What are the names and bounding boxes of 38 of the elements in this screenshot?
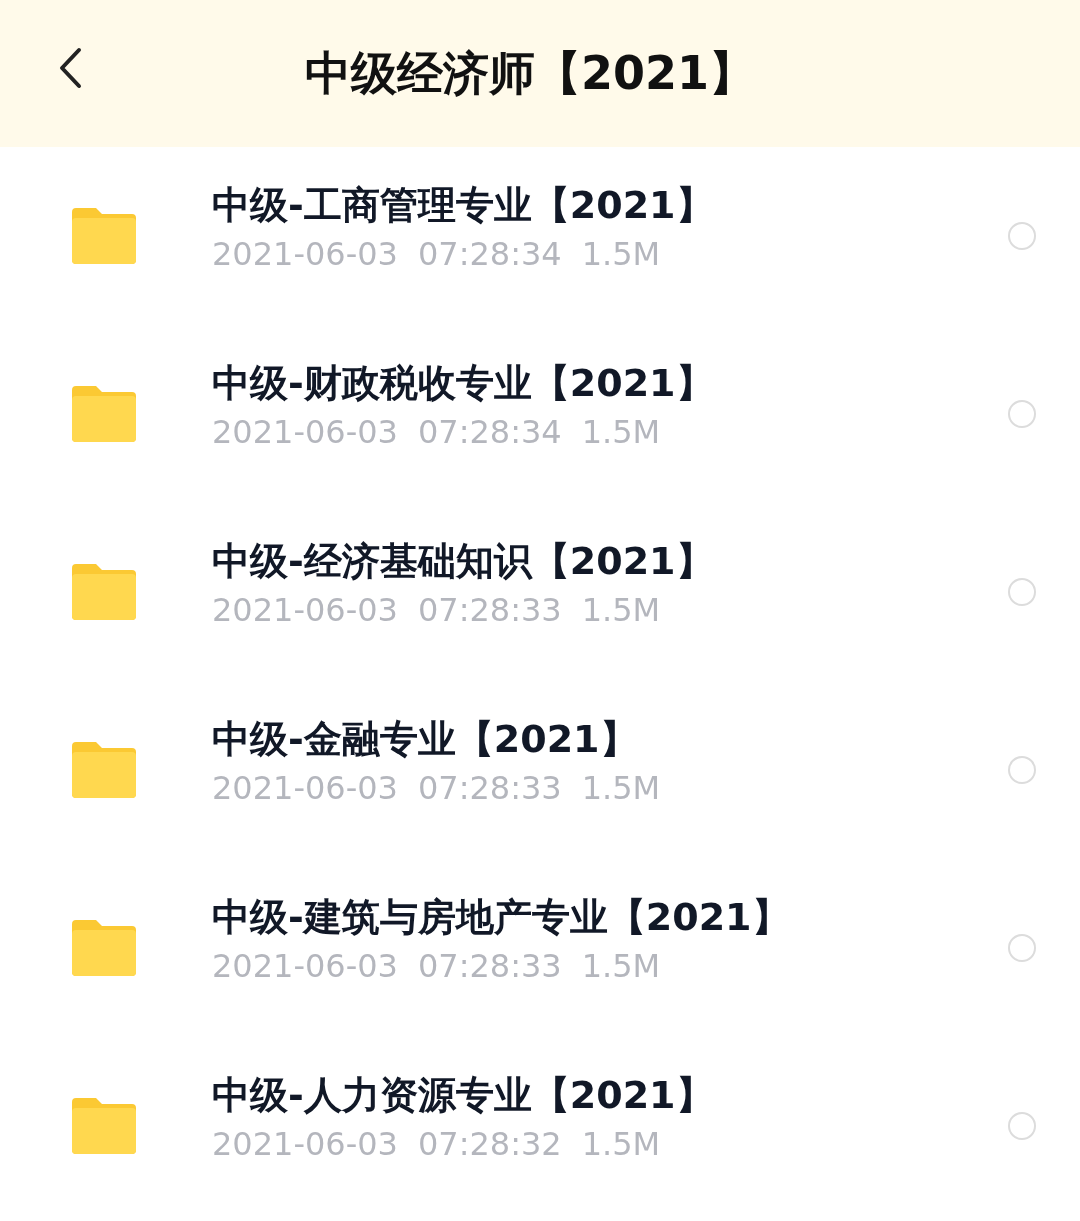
- folder-icon: [72, 920, 136, 976]
- select-radio[interactable]: [1008, 1112, 1036, 1140]
- select-radio[interactable]: [1008, 578, 1036, 606]
- modified-time: 07:28:32: [417, 1124, 562, 1163]
- modified-date: 2021-06-03: [212, 1124, 398, 1163]
- modified-time: 07:28:34: [417, 412, 562, 451]
- folder-icon: [72, 742, 136, 798]
- modified-time: 07:28:33: [417, 768, 562, 807]
- folder-icon: [72, 386, 136, 442]
- modified-date: 2021-06-03: [212, 412, 398, 451]
- file-size: 1.5M: [581, 946, 661, 985]
- modified-date: 2021-06-03: [212, 946, 398, 985]
- modified-time: 07:28:33: [417, 590, 562, 629]
- file-size: 1.5M: [581, 590, 661, 629]
- folder-name[interactable]: 中级-建筑与房地产专业【2021】: [212, 891, 1008, 943]
- modified-date: 2021-06-03: [212, 590, 398, 629]
- folder-name[interactable]: 中级-工商管理专业【2021】: [212, 179, 1008, 231]
- file-size: 1.5M: [581, 1124, 661, 1163]
- folder-name[interactable]: 中级-人力资源专业【2021】: [212, 1069, 1008, 1121]
- folder-name[interactable]: 中级-金融专业【2021】: [212, 713, 1008, 765]
- folder-name[interactable]: 中级-经济基础知识【2021】: [212, 535, 1008, 587]
- modified-date: 2021-06-03: [212, 234, 398, 273]
- file-size: 1.5M: [581, 412, 661, 451]
- modified-time: 07:28:34: [417, 234, 562, 273]
- select-radio[interactable]: [1008, 756, 1036, 784]
- select-radio[interactable]: [1008, 400, 1036, 428]
- select-radio[interactable]: [1008, 222, 1036, 250]
- back-icon: [57, 47, 83, 89]
- folder-icon: [72, 208, 136, 264]
- file-size: 1.5M: [581, 234, 661, 273]
- modified-time: 07:28:33: [417, 946, 562, 985]
- folder-icon: [72, 564, 136, 620]
- page-title: 中级经济师【2021】: [305, 44, 755, 102]
- modified-date: 2021-06-03: [212, 768, 398, 807]
- folder-name[interactable]: 中级-财政税收专业【2021】: [212, 357, 1008, 409]
- file-size: 1.5M: [581, 768, 661, 807]
- folder-icon: [72, 1098, 136, 1154]
- select-radio[interactable]: [1008, 934, 1036, 962]
